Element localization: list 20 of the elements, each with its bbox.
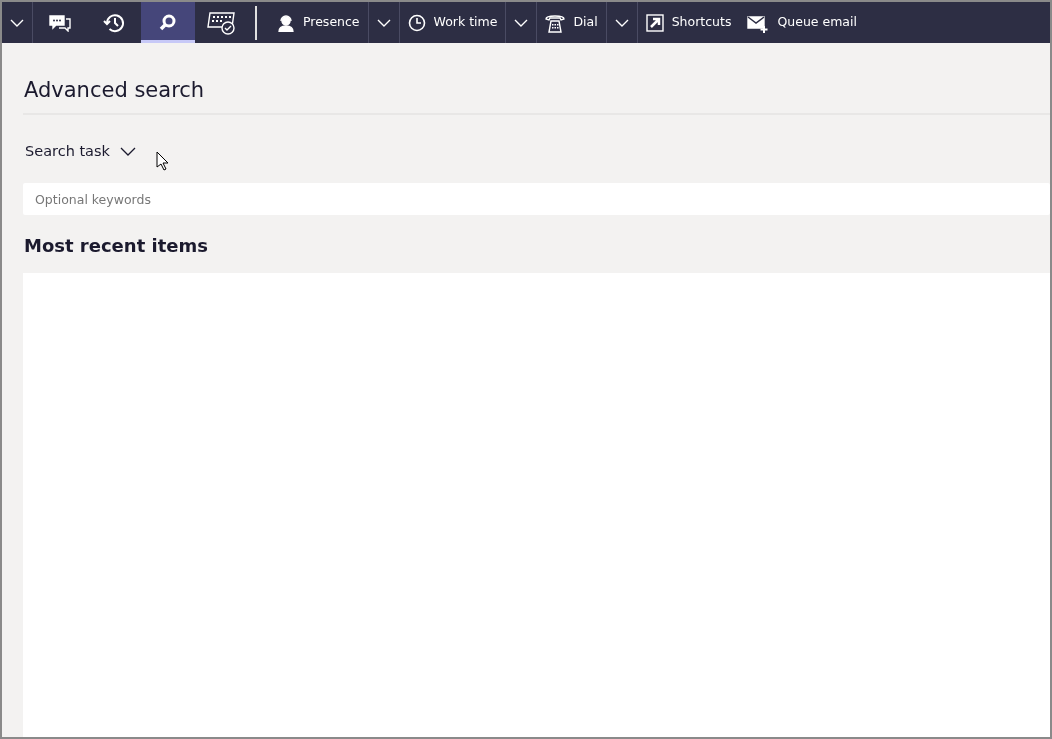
headset-person-icon [277,13,295,32]
toolbar-button[interactable]: Presence [269,2,368,43]
toolbar-button[interactable]: Queue email [739,2,865,43]
phone-icon [545,12,566,33]
arrow-box-icon [645,13,664,32]
clock-icon [407,13,426,32]
keypad-check-icon [207,9,237,36]
history-icon [103,12,125,33]
mouse-pointer-icon [155,151,169,172]
task-dropdown[interactable]: Search task [25,141,136,164]
chevron-down-icon [119,147,136,158]
page-title: Advanced search [24,78,206,104]
toolbar-tab[interactable] [141,2,195,43]
search-icon [159,13,177,32]
section-heading: Most recent items [24,235,209,257]
toolbar-button[interactable]: Dial [537,2,606,43]
toolbar-button[interactable]: Work time [399,2,506,43]
chat-bubbles-icon [49,13,71,32]
keywords-field[interactable]: Optional keywords [23,183,1050,216]
toolbar-button[interactable]: Shortcuts [637,2,740,43]
